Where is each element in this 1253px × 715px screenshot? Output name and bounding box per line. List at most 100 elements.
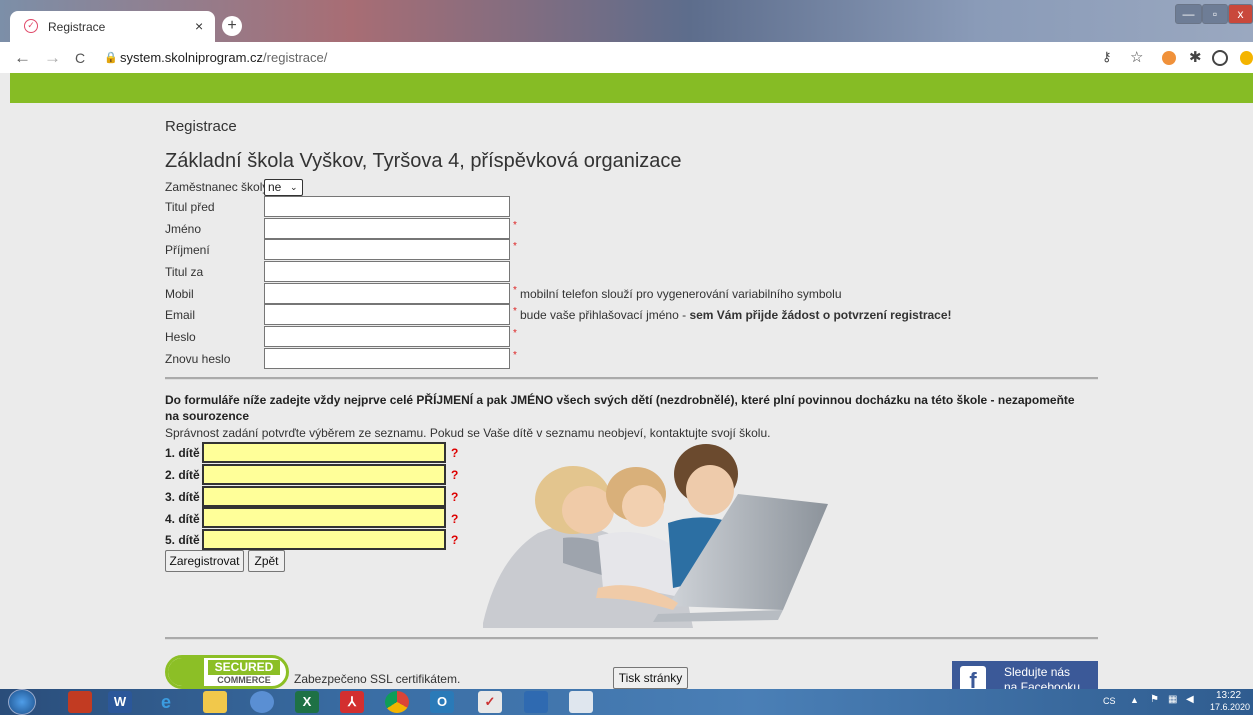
tab-close-icon[interactable]: × <box>195 18 203 34</box>
divider <box>165 637 1098 640</box>
required-mark: * <box>513 328 517 339</box>
password-input[interactable] <box>264 326 510 347</box>
child-3-label: 3. dítě <box>165 490 200 504</box>
email-input[interactable] <box>264 304 510 325</box>
child-1-input[interactable] <box>202 442 446 463</box>
child-5-help-icon[interactable]: ? <box>451 533 458 547</box>
facebook-banner[interactable]: f Sledujte nás na Facebooku <box>952 661 1098 689</box>
chrome-icon[interactable] <box>385 691 409 713</box>
child-4-input[interactable] <box>202 507 446 528</box>
required-mark: * <box>513 306 517 317</box>
taskbar-app-icon[interactable] <box>250 691 274 713</box>
required-mark: * <box>513 350 517 361</box>
email-hint: bude vaše přihlašovací jméno - sem Vám p… <box>520 308 952 322</box>
employee-select-value: ne <box>268 180 282 194</box>
internet-explorer-icon[interactable]: e <box>154 691 178 713</box>
excel-icon[interactable]: X <box>295 691 319 713</box>
clock-date[interactable]: 17.6.2020 <box>1210 702 1250 712</box>
new-tab-button[interactable]: + <box>222 16 242 36</box>
child-1-help-icon[interactable]: ? <box>451 446 458 460</box>
tab-title: Registrace <box>48 20 106 34</box>
key-icon[interactable]: ⚷ <box>1102 49 1112 65</box>
volume-icon[interactable]: ◀ <box>1186 694 1194 705</box>
facebook-line2: na Facebooku <box>1004 680 1081 689</box>
commerce-label: COMMERCE <box>217 675 271 685</box>
ssl-text: Zabezpečeno SSL certifikátem. <box>294 672 461 686</box>
bookmark-star-icon[interactable]: ☆ <box>1130 48 1143 66</box>
email-hint-text: bude vaše přihlašovací jméno - <box>520 308 690 322</box>
first-name-input[interactable] <box>264 218 510 239</box>
email-hint-bold: sem Vám přijde žádost o potvrzení regist… <box>689 308 952 322</box>
password-again-input[interactable] <box>264 348 510 369</box>
email-label: Email <box>165 308 196 322</box>
word-icon[interactable]: W <box>108 691 132 713</box>
back-button[interactable]: Zpět <box>248 550 285 572</box>
facebook-icon: f <box>960 666 986 689</box>
title-after-input[interactable] <box>264 261 510 282</box>
child-4-label: 4. dítě <box>165 512 200 526</box>
secured-commerce-badge: SECURED COMMERCE <box>165 655 289 689</box>
folder-icon[interactable] <box>203 691 227 713</box>
site-favicon-icon: ✓ <box>24 19 38 33</box>
child-4-help-icon[interactable]: ? <box>451 512 458 526</box>
save-disk-icon[interactable] <box>524 691 548 713</box>
url-path: /registrace/ <box>263 50 328 65</box>
child-1-label: 1. dítě <box>165 446 200 460</box>
window-minimize-button[interactable]: — <box>1175 4 1202 24</box>
site-header-bar <box>10 73 1253 103</box>
puzzle-icon[interactable]: ✱ <box>1189 48 1202 66</box>
mobile-input[interactable] <box>264 283 510 304</box>
notepad-icon[interactable] <box>569 691 593 713</box>
required-mark: * <box>513 241 517 252</box>
clock-time[interactable]: 13:22 <box>1216 690 1241 701</box>
browser-tab[interactable]: ✓ Registrace × <box>10 11 215 42</box>
facebook-line1: Sledujte nás <box>1004 665 1071 679</box>
window-maximize-button[interactable]: ▫ <box>1202 4 1228 24</box>
secured-label: SECURED <box>208 660 280 675</box>
child-3-help-icon[interactable]: ? <box>451 490 458 504</box>
employee-select[interactable]: ne ⌄ <box>264 179 303 196</box>
forward-icon[interactable]: → <box>44 48 61 68</box>
taskbar: W e X ⅄ O ✓ CS ▲ ⚑ ▦ ◀ 13:22 17.6.2020 <box>0 689 1253 715</box>
window-close-button[interactable]: x <box>1228 4 1253 24</box>
taskbar-app-icon[interactable]: ✓ <box>478 691 502 713</box>
child-3-input[interactable] <box>202 486 446 507</box>
password-again-label: Znovu heslo <box>165 352 231 366</box>
child-2-input[interactable] <box>202 464 446 485</box>
language-indicator[interactable]: CS <box>1103 696 1116 706</box>
back-icon[interactable]: ← <box>14 48 31 68</box>
school-name: Základní škola Vyškov, Tyršova 4, příspě… <box>165 150 682 172</box>
extension-icon[interactable] <box>1162 51 1176 65</box>
title-after-label: Titul za <box>165 265 204 279</box>
lock-icon: 🔒 <box>104 52 118 64</box>
register-button[interactable]: Zaregistrovat <box>165 550 244 572</box>
surname-label: Příjmení <box>165 243 210 257</box>
print-page-button[interactable]: Tisk stránky <box>613 667 688 689</box>
employee-label: Zaměstnanec školy <box>165 180 269 194</box>
url-domain: system.skolniprogram.cz <box>120 50 264 65</box>
tray-arrow-icon[interactable]: ▲ <box>1130 695 1139 705</box>
url-field[interactable]: system.skolniprogram.cz/registrace/ <box>120 50 327 65</box>
acrobat-icon[interactable]: ⅄ <box>340 691 364 713</box>
flag-icon[interactable]: ⚑ <box>1150 694 1159 705</box>
taskbar-app-icon[interactable] <box>68 691 92 713</box>
reload-icon[interactable]: C <box>75 50 85 66</box>
child-5-input[interactable] <box>202 529 446 550</box>
address-bar: ← → C 🔒 system.skolniprogram.cz/registra… <box>0 42 1253 73</box>
title-before-label: Titul před <box>165 200 215 214</box>
child-5-label: 5. dítě <box>165 533 200 547</box>
required-mark: * <box>513 285 517 296</box>
start-button[interactable] <box>8 689 36 715</box>
surname-input[interactable] <box>264 239 510 260</box>
divider <box>165 377 1098 380</box>
padlock-icon <box>168 658 204 686</box>
child-2-help-icon[interactable]: ? <box>451 468 458 482</box>
mobile-label: Mobil <box>165 287 194 301</box>
update-icon[interactable] <box>1240 51 1253 65</box>
network-icon[interactable]: ▦ <box>1168 694 1177 705</box>
title-before-input[interactable] <box>264 196 510 217</box>
outlook-icon[interactable]: O <box>430 691 454 713</box>
profile-icon[interactable] <box>1212 50 1228 66</box>
password-label: Heslo <box>165 330 196 344</box>
mobile-hint: mobilní telefon slouží pro vygenerování … <box>520 287 842 301</box>
